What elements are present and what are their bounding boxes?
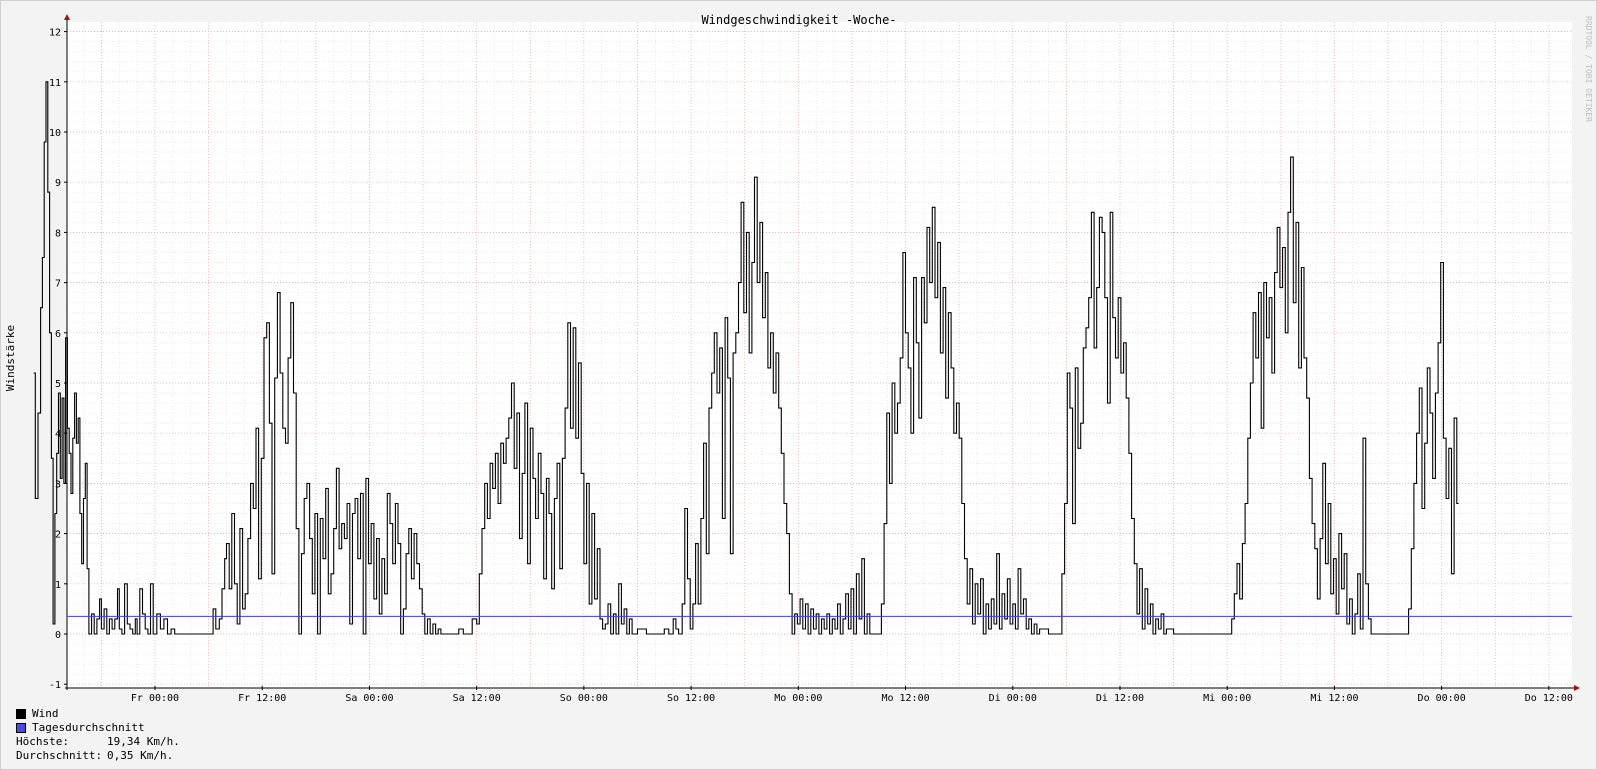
x-tick-label: Fr 12:00 [238,693,286,704]
y-axis-arrow [64,14,70,20]
x-tick-label: Do 12:00 [1525,693,1573,704]
x-tick-label: Mi 00:00 [1203,693,1251,704]
y-tick-label: 1 [55,580,61,591]
legend-swatch-tagesdurchschnitt [16,723,26,733]
y-tick-label: 8 [55,228,61,239]
x-axis: Fr 00:00 Fr 12:00 Sa 00:00 Sa 12:00 So 00:00… [131,686,1573,704]
x-tick-label: Sa 12:00 [453,693,501,704]
legend-item-tagesdurchschnitt: Tagesdurchschnitt [16,721,180,735]
x-tick-label: Sa 00:00 [345,693,393,704]
stat-avg-value: 0,35 Km/h. [107,749,174,762]
y-tick-label: 10 [49,128,61,139]
watermark: RRDTOOL / TOBI OETIKER [1584,16,1593,122]
legend-swatch-wind [16,709,26,719]
y-tick-label: 11 [49,78,61,89]
y-axis-label: Windstärke [4,325,17,391]
stat-avg-label: Durchschnitt: [16,749,103,762]
legend-item-wind: Wind [16,707,180,721]
x-tick-label: Mo 12:00 [881,693,929,704]
y-tick-label: 9 [55,178,61,189]
x-tick-label: So 00:00 [560,693,608,704]
stat-max: Höchste: 19,34 Km/h. [16,735,180,749]
y-tick-label: 5 [55,379,61,390]
x-tick-label: Fr 00:00 [131,693,179,704]
chart-title: Windgeschwindigkeit -Woche- [701,13,896,27]
wind-chart: -10123456789101112Fr 00:00 Fr 12:00 Sa 00:… [4,13,1593,704]
y-tick-label: 12 [49,28,61,39]
stat-avg: Durchschnitt: 0,35 Km/h. [16,749,180,763]
y-tick-label: 0 [55,630,61,641]
y-tick-label: 3 [55,479,61,490]
x-tick-label: Di 00:00 [989,693,1037,704]
x-axis-arrow [1574,685,1580,691]
legend-label-tagesdurchschnitt: Tagesdurchschnitt [32,721,145,734]
stat-max-label: Höchste: [16,735,69,748]
y-tick-label: 2 [55,530,61,541]
x-tick-label: Do 00:00 [1418,693,1466,704]
legend-label-wind: Wind [32,707,59,720]
x-tick-label: Mo 00:00 [774,693,822,704]
legend: Wind Tagesdurchschnitt Höchste: 19,34 Km/… [16,707,180,763]
x-tick-label: So 12:00 [667,693,715,704]
x-tick-label: Mi 12:00 [1310,693,1358,704]
x-tick-label: Di 12:00 [1096,693,1144,704]
y-tick-label: 6 [55,329,61,340]
y-tick-label: 7 [55,279,61,290]
y-tick-label: -1 [49,680,61,691]
stat-max-value: 19,34 Km/h. [107,735,180,748]
